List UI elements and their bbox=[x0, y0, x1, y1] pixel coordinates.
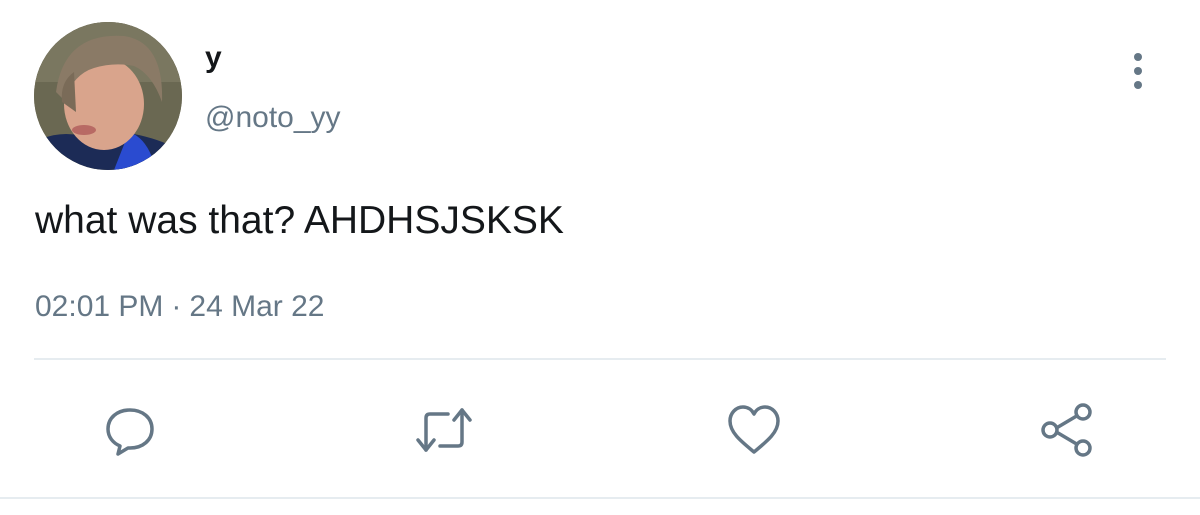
more-vertical-icon bbox=[1134, 67, 1142, 75]
like-button[interactable] bbox=[724, 400, 784, 460]
tweet-time: 02:01 PM bbox=[35, 290, 164, 323]
share-button[interactable] bbox=[1037, 400, 1097, 460]
avatar[interactable] bbox=[34, 22, 182, 170]
share-nodes-icon bbox=[1041, 403, 1092, 457]
reply-button[interactable] bbox=[100, 400, 160, 460]
divider bbox=[0, 497, 1200, 499]
retweet-arrows-icon bbox=[416, 408, 472, 452]
tweet-date: 24 Mar 22 bbox=[189, 290, 325, 323]
tweet-card: y @noto_yy what was that? AHDHSJSKSK 02:… bbox=[0, 0, 1200, 515]
heart-icon bbox=[728, 405, 780, 454]
more-vertical-icon bbox=[1134, 81, 1142, 89]
more-options-button[interactable] bbox=[1118, 46, 1158, 96]
retweet-button[interactable] bbox=[414, 400, 474, 460]
more-vertical-icon bbox=[1134, 53, 1142, 61]
user-handle[interactable]: @noto_yy bbox=[205, 98, 341, 138]
avatar-photo bbox=[34, 22, 182, 170]
divider bbox=[34, 358, 1166, 360]
tweet-timestamp[interactable]: 02:01 PM · 24 Mar 22 bbox=[35, 285, 325, 329]
tweet-text: what was that? AHDHSJSKSK bbox=[35, 199, 564, 242]
meta-separator: · bbox=[171, 290, 182, 323]
speech-bubble-icon bbox=[106, 408, 154, 456]
display-name[interactable]: y bbox=[205, 38, 222, 78]
